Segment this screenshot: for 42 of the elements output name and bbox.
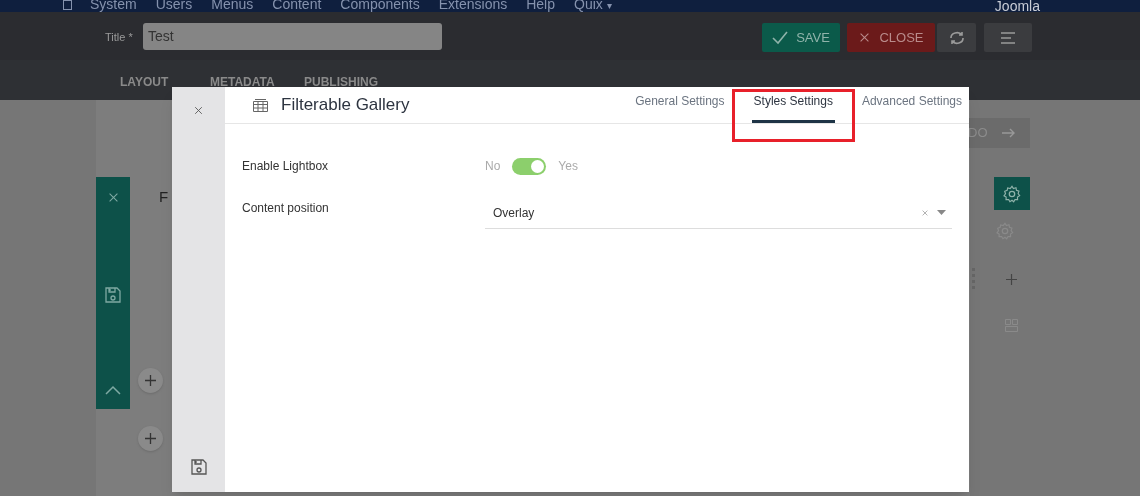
title-field[interactable]: Test [143, 23, 442, 50]
element-label: F [159, 187, 169, 207]
title-label: Title * [105, 30, 133, 45]
grid-icon [253, 98, 268, 112]
settings-button[interactable] [994, 177, 1030, 210]
field-label: Enable Lightbox [242, 158, 330, 175]
toggle-switch[interactable] [512, 157, 547, 175]
menu-item[interactable]: Content [272, 0, 322, 12]
toggle-on-label: Yes [558, 158, 578, 175]
save-button[interactable]: SAVE [762, 23, 840, 52]
menu-item[interactable]: Components [340, 0, 420, 12]
dialog-title: Filterable Gallery [281, 94, 410, 117]
menu-icon [1000, 31, 1016, 44]
page-tab[interactable]: LAYOUT [120, 73, 169, 91]
page-tab[interactable]: METADATA [210, 73, 275, 91]
close-icon[interactable] [193, 105, 204, 116]
plus-icon [145, 433, 156, 444]
refresh-icon [948, 30, 965, 45]
menu-item[interactable]: System [90, 0, 137, 12]
menu-button[interactable] [984, 23, 1032, 52]
plus-icon[interactable] [1006, 274, 1017, 285]
page-tab[interactable]: PUBLISHING [304, 73, 378, 91]
caret-icon [937, 210, 946, 215]
arrow-right-icon [1001, 128, 1015, 138]
user-menu[interactable]: Joomla [994, 0, 1040, 12]
dialog-tab[interactable]: Styles Settings [751, 87, 835, 123]
check-icon [772, 30, 789, 45]
clear-icon[interactable] [921, 208, 929, 217]
select-field[interactable]: Overlay [485, 197, 952, 229]
refresh-button[interactable] [937, 23, 976, 52]
home-icon[interactable] [63, 0, 72, 10]
save-icon[interactable] [189, 458, 208, 476]
save-icon[interactable] [104, 285, 122, 304]
field-label: Content position [242, 200, 330, 217]
menu-item[interactable]: Users [155, 0, 193, 12]
dialog-tab[interactable]: General Settings [633, 87, 727, 123]
chevron-up-icon[interactable] [105, 385, 121, 395]
menu-item[interactable]: Menus [211, 0, 254, 12]
plus-icon [145, 375, 156, 386]
toggle-off-label: No [485, 158, 501, 175]
settings-icon[interactable] [1003, 184, 1021, 203]
close-button[interactable]: CLOSE [847, 23, 935, 52]
